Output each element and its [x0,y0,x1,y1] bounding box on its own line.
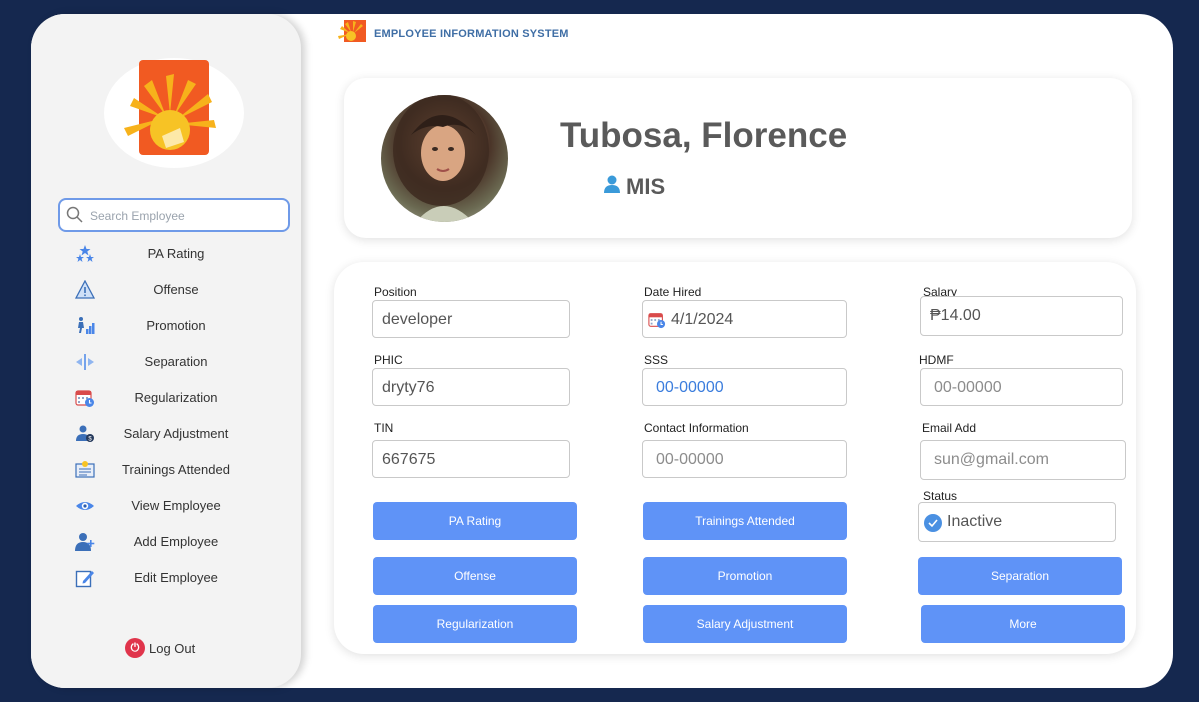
sun-logo-icon [124,74,216,150]
sss-label: SSS [644,353,669,367]
sidebar-item-offense[interactable]: Offense [71,276,291,306]
sidebar-item-label: Edit Employee [134,570,218,585]
sidebar: PA Rating Offense Promotion Separation [31,14,301,688]
app-title: EMPLOYEE INFORMATION SYSTEM [374,28,569,40]
sidebar-item-label: PA Rating [147,246,205,261]
phic-label: PHIC [374,353,403,367]
sidebar-item-label: Regularization [134,390,218,405]
app-logo-icon [338,20,366,42]
promotion-chart-icon [78,317,95,334]
email-label: Email Add [922,421,977,435]
regularization-button[interactable]: Regularization [373,605,577,643]
separation-icon [76,354,94,370]
eye-icon [76,502,94,510]
user-money-icon: $ [76,425,94,443]
hdmf-field[interactable]: 00-00000 [920,368,1123,406]
sidebar-item-label: View Employee [131,498,221,513]
email-field[interactable]: sun@gmail.com [920,440,1126,480]
logout-icon: ⏻ [125,638,145,658]
status-label: Status [923,489,958,503]
employee-name: Tubosa, Florence [560,116,848,155]
avatar [381,95,508,222]
status-field[interactable]: Inactive [918,502,1116,542]
pa-rating-button[interactable]: PA Rating [373,502,577,540]
tin-label: TIN [374,421,394,435]
calendar-clock-icon [75,390,94,407]
tin-field[interactable]: 667675 [372,440,570,478]
search-input[interactable] [88,204,282,228]
sidebar-item-label: Add Employee [133,534,219,549]
verified-badge-icon [924,514,942,532]
phic-field[interactable]: dryty76 [372,368,570,406]
sidebar-item-salary-adjustment[interactable]: $ Salary Adjustment [71,420,291,450]
sidebar-item-view-employee[interactable]: View Employee [71,492,291,522]
promotion-button[interactable]: Promotion [643,557,847,595]
more-button[interactable]: More [921,605,1125,643]
salary-adjustment-button[interactable]: Salary Adjustment [643,605,847,643]
position-label: Position [374,285,417,299]
sidebar-item-label: Offense [153,282,199,297]
offense-button[interactable]: Offense [373,557,577,595]
profile-card: Tubosa, Florence MIS [344,78,1132,238]
date-hired-picker[interactable]: 4/1/2024 [642,300,847,338]
logout-label: Log Out [149,641,196,656]
contact-label: Contact Information [644,421,749,435]
sidebar-item-promotion[interactable]: Promotion [71,312,291,342]
add-user-icon [75,533,95,551]
search-icon [66,206,83,223]
sidebar-item-separation[interactable]: Separation [71,348,291,378]
salary-field[interactable]: ₱14.00 [920,296,1123,336]
sidebar-item-label: Trainings Attended [122,462,230,477]
warning-icon [75,280,95,299]
company-logo [104,58,244,168]
hdmf-label: HDMF [919,353,954,367]
training-board-icon [75,461,95,478]
sidebar-item-label: Salary Adjustment [123,426,229,441]
sidebar-item-edit-employee[interactable]: Edit Employee [71,564,291,594]
position-field[interactable]: developer [372,300,570,338]
edit-icon [75,570,94,588]
separation-button[interactable]: Separation [918,557,1122,595]
search-box[interactable] [58,198,290,232]
trainings-attended-button[interactable]: Trainings Attended [643,502,847,540]
logout-button[interactable]: ⏻ Log Out [125,638,245,662]
sidebar-item-label: Separation [144,354,208,369]
stars-icon [76,245,94,262]
sidebar-item-pa-rating[interactable]: PA Rating [71,240,291,270]
sidebar-item-label: Promotion [146,318,206,333]
date-hired-label: Date Hired [644,285,702,299]
info-card: Position developer Date Hired 4/1/2024 S… [334,262,1136,654]
employee-department: MIS [626,174,666,199]
sidebar-item-regularization[interactable]: Regularization [71,384,291,414]
sidebar-item-trainings-attended[interactable]: Trainings Attended [71,456,291,486]
sss-field[interactable]: 00-00000 [642,368,847,406]
calendar-icon [648,313,666,329]
sidebar-item-add-employee[interactable]: Add Employee [71,528,291,558]
user-icon [604,175,620,193]
contact-field[interactable]: 00-00000 [642,440,847,478]
